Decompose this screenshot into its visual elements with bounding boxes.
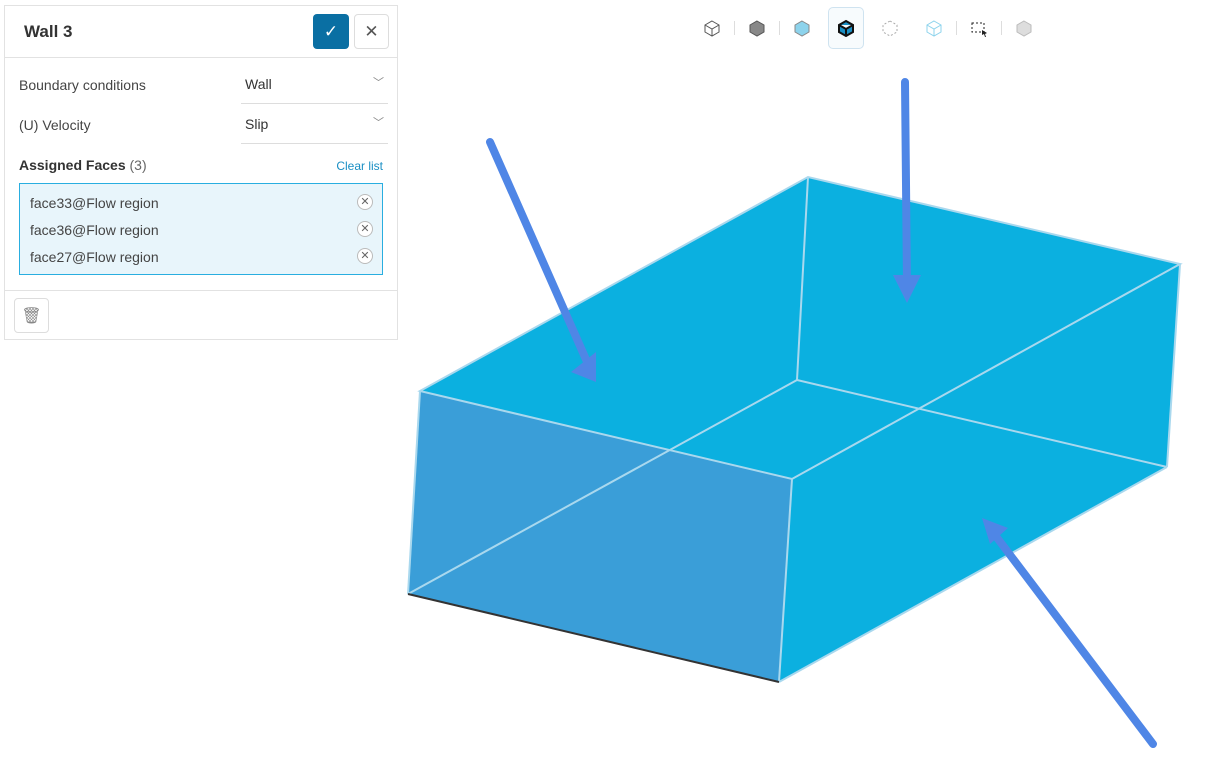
- edges-view-icon: [926, 20, 942, 37]
- list-item[interactable]: face27@Flow region ✕: [20, 245, 382, 272]
- divider: [779, 21, 780, 35]
- face-name: face27@Flow region: [30, 249, 159, 265]
- edges-view-button[interactable]: [916, 7, 952, 49]
- chevron-down-icon: ﹀: [373, 117, 384, 129]
- check-icon: ✓: [323, 21, 339, 41]
- solid-edges-view-icon: [838, 19, 854, 37]
- assigned-faces-list[interactable]: face33@Flow region ✕ face36@Flow region ✕ …: [19, 183, 383, 275]
- list-item[interactable]: face33@Flow region ✕: [20, 191, 382, 218]
- solid-edges-view-button[interactable]: [828, 7, 864, 49]
- transparent-view-button[interactable]: [784, 7, 820, 49]
- assigned-faces-heading: Assigned Faces (3): [19, 157, 147, 173]
- panel-title: Wall 3: [24, 22, 73, 41]
- assigned-faces-count: (3): [129, 157, 147, 173]
- box-select-button[interactable]: [961, 7, 997, 49]
- boundary-condition-panel: Wall 3 ✓ ✕ Boundary conditions Wall ﹀ (U)…: [4, 5, 398, 340]
- velocity-label: (U) Velocity: [19, 117, 91, 133]
- remove-face-icon[interactable]: ✕: [357, 248, 373, 264]
- boundary-conditions-label: Boundary conditions: [19, 77, 146, 93]
- close-icon: ✕: [364, 21, 379, 41]
- list-item[interactable]: face36@Flow region ✕: [20, 218, 382, 245]
- divider: [956, 21, 957, 35]
- confirm-button[interactable]: ✓: [313, 14, 349, 49]
- velocity-value: Slip: [245, 116, 269, 132]
- transparent-view-icon: [794, 20, 810, 37]
- remove-face-icon[interactable]: ✕: [357, 221, 373, 237]
- face-name: face36@Flow region: [30, 222, 159, 238]
- face-name: face33@Flow region: [30, 195, 159, 211]
- delete-button[interactable]: 🗑: [14, 298, 49, 333]
- velocity-select[interactable]: Slip ﹀: [241, 104, 388, 144]
- trash-icon: 🗑: [21, 307, 42, 325]
- clear-list-link[interactable]: Clear list: [336, 159, 383, 173]
- divider: [734, 21, 735, 35]
- points-view-button[interactable]: [872, 7, 908, 49]
- solid-view-icon: [749, 20, 765, 37]
- box-select-icon: [971, 22, 987, 37]
- points-view-icon: [882, 20, 898, 37]
- hidden-view-icon: [1016, 20, 1032, 37]
- view-toolbar: [690, 6, 1046, 50]
- remove-face-icon[interactable]: ✕: [357, 194, 373, 210]
- panel-footer-divider: [5, 290, 397, 291]
- assigned-faces-label: Assigned Faces: [19, 157, 126, 173]
- chevron-down-icon: ﹀: [373, 77, 384, 89]
- cancel-button[interactable]: ✕: [354, 14, 389, 49]
- wireframe-view-icon: [704, 20, 720, 37]
- arrow-3: [982, 518, 1157, 748]
- divider: [1001, 21, 1002, 35]
- hidden-view-button[interactable]: [1006, 7, 1042, 49]
- boundary-value: Wall: [245, 76, 272, 92]
- wireframe-view-button[interactable]: [694, 7, 730, 49]
- boundary-conditions-select[interactable]: Wall ﹀: [241, 64, 388, 104]
- solid-view-button[interactable]: [739, 7, 775, 49]
